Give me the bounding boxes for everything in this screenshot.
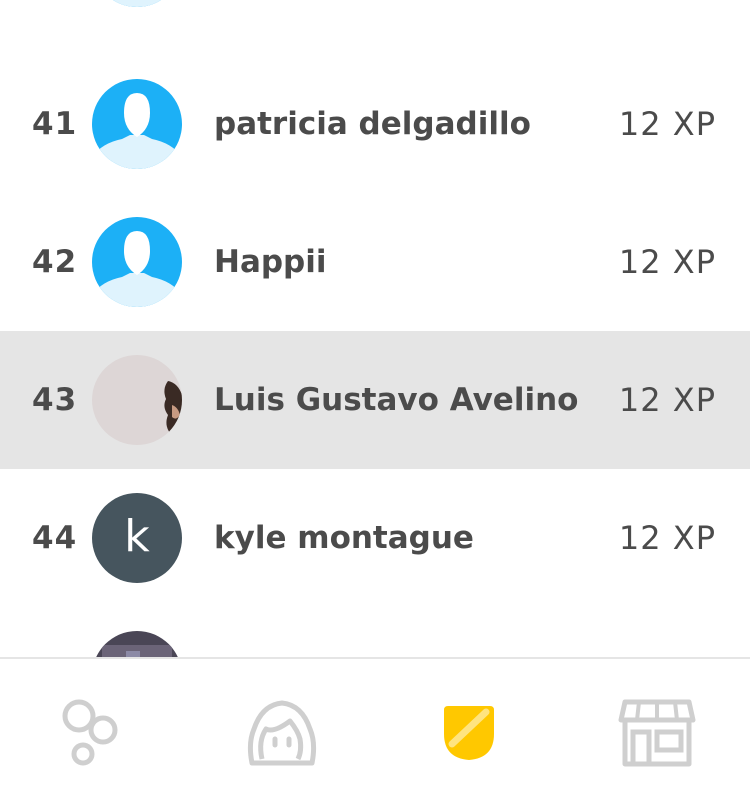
tab-shop[interactable] — [563, 659, 750, 806]
leaderboard-row[interactable]: 42 Happii 12 XP — [0, 193, 750, 331]
default-avatar-icon — [92, 79, 182, 169]
rank-number: 41 — [32, 106, 78, 142]
user-photo-avatar — [92, 355, 182, 445]
shop-icon — [618, 699, 695, 766]
xp-value: 12 XP — [618, 243, 716, 281]
xp-value: 12 XP — [618, 105, 716, 143]
rank-number: 44 — [32, 520, 78, 556]
xp-value: 12 XP — [618, 381, 716, 419]
learn-circles-icon — [62, 699, 117, 765]
bottom-tab-bar — [0, 657, 750, 806]
user-name: kyle montague — [214, 520, 474, 556]
rank-number: 42 — [32, 244, 78, 280]
rank-number: 43 — [32, 382, 78, 418]
tab-profile[interactable] — [188, 659, 375, 806]
user-name: Luis Gustavo Avelino — [214, 382, 579, 418]
tab-leaderboard[interactable] — [375, 659, 562, 806]
leaderboard-row[interactable]: 41 patricia delgadillo 12 XP — [0, 55, 750, 193]
leaderboard-row[interactable]: 44 k kyle montague 12 XP — [0, 469, 750, 607]
leaderboard-list: 41 patricia delgadillo 12 XP 42 Happii 1… — [0, 0, 750, 657]
letter-avatar: k — [92, 493, 182, 583]
user-photo-avatar — [92, 631, 182, 657]
user-name: patricia delgadillo — [214, 106, 531, 142]
xp-value: 12 XP — [618, 519, 716, 557]
leaderboard-row-current-user[interactable]: 43 Luis Gustavo Avelino 12 XP — [0, 331, 750, 469]
leaderboard-row[interactable] — [0, 607, 750, 657]
default-avatar-icon — [92, 217, 182, 307]
user-name: Happii — [214, 244, 327, 280]
tab-learn[interactable] — [0, 659, 187, 806]
profile-face-icon — [247, 700, 316, 765]
leaderboard-shield-icon — [443, 705, 494, 760]
leaderboard-row[interactable] — [0, 0, 750, 31]
default-avatar-icon — [92, 0, 182, 7]
